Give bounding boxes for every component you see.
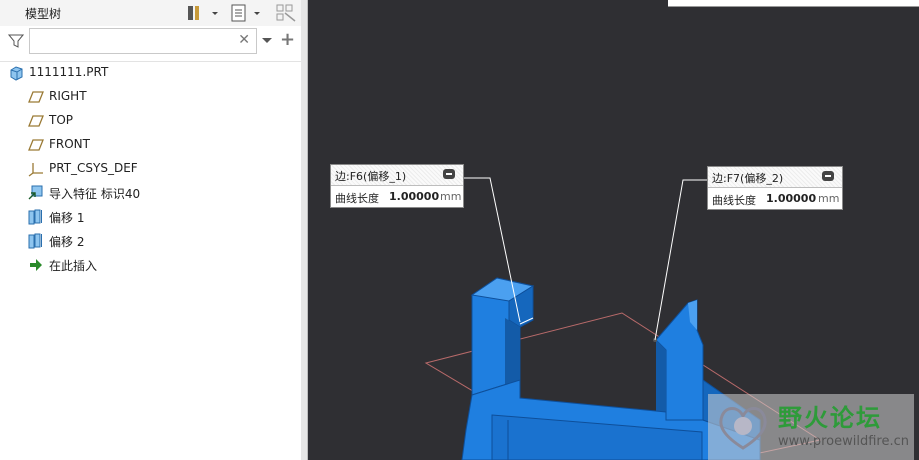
callout-header: 边:F7(偏移_2): [708, 167, 842, 188]
callout-offset-2[interactable]: 边:F7(偏移_2) 曲线长度 1.00000 mm: [707, 166, 843, 210]
datum-plane-icon: [28, 139, 44, 151]
filter-icon[interactable]: [8, 33, 24, 49]
model-3d-view[interactable]: [308, 0, 919, 460]
callout-title: 边:F6(偏移_1): [335, 170, 407, 183]
part-icon: [10, 66, 23, 81]
curve-length-value[interactable]: 1.00000: [766, 192, 816, 205]
top-toolbar-strip: [668, 0, 919, 7]
tree-item-label: TOP: [49, 113, 74, 127]
curve-length-label: 曲线长度: [712, 194, 756, 207]
tree-item-label: 偏移 1: [49, 211, 85, 225]
collapse-icon[interactable]: [443, 169, 455, 179]
tree-item-label: 导入特征 标识40: [49, 187, 141, 201]
watermark-url: www.proewildfire.cn: [778, 434, 909, 449]
offset-icon: [28, 209, 42, 225]
unit-label: mm: [440, 190, 462, 203]
collapse-icon[interactable]: [822, 171, 834, 181]
callout-body: 曲线长度 1.00000 mm: [708, 188, 842, 209]
tree-search-input[interactable]: [33, 29, 237, 53]
graphics-viewport[interactable]: [308, 0, 919, 460]
callout-body: 曲线长度 1.00000 mm: [331, 186, 463, 207]
divider: [0, 61, 301, 62]
insert-here-arrow-icon: [30, 259, 42, 271]
settings-tools-icon[interactable]: [186, 4, 220, 22]
callout-offset-1[interactable]: 边:F6(偏移_1) 曲线长度 1.00000 mm: [330, 164, 464, 208]
watermark-name: 野火论坛: [778, 403, 882, 432]
tree-item-label: FRONT: [49, 137, 90, 151]
tree-item-label: RIGHT: [49, 89, 87, 103]
clear-icon[interactable]: ✕: [238, 32, 250, 48]
tree-search-field[interactable]: ✕: [29, 28, 257, 54]
offset-icon: [28, 233, 42, 249]
datum-plane-icon: [28, 115, 44, 127]
tree-item-label: 在此插入: [49, 259, 98, 273]
datum-plane-icon: [28, 91, 44, 103]
tree-item-label: 偏移 2: [49, 235, 85, 249]
show-options-icon[interactable]: [230, 4, 264, 22]
add-icon[interactable]: +: [280, 29, 295, 50]
curve-length-value[interactable]: 1.00000: [389, 190, 439, 203]
model-tree-panel: 模型树 ✕ + 1111111.PRT RIGHT TOP FRONT PRT_…: [0, 0, 302, 460]
curve-length-label: 曲线长度: [335, 192, 379, 205]
csys-icon: [28, 163, 43, 177]
filter-row: ✕ +: [0, 27, 301, 57]
tree-item-label: PRT_CSYS_DEF: [49, 161, 138, 175]
unit-label: mm: [818, 192, 840, 205]
callout-header: 边:F6(偏移_1): [331, 165, 463, 186]
model-tree-title: 模型树: [25, 7, 62, 21]
forum-watermark: 野火论坛 www.proewildfire.cn: [708, 394, 914, 460]
panel-splitter[interactable]: [301, 0, 308, 460]
callout-title: 边:F7(偏移_2): [712, 172, 784, 185]
chevron-down-icon[interactable]: [262, 38, 272, 44]
tree-item-label: 1111111.PRT: [29, 65, 109, 79]
watermark-logo-icon: [719, 407, 767, 450]
import-feature-icon: [28, 185, 43, 200]
hide-tree-icon[interactable]: [276, 4, 296, 22]
model-tree-header: 模型树: [0, 0, 301, 26]
